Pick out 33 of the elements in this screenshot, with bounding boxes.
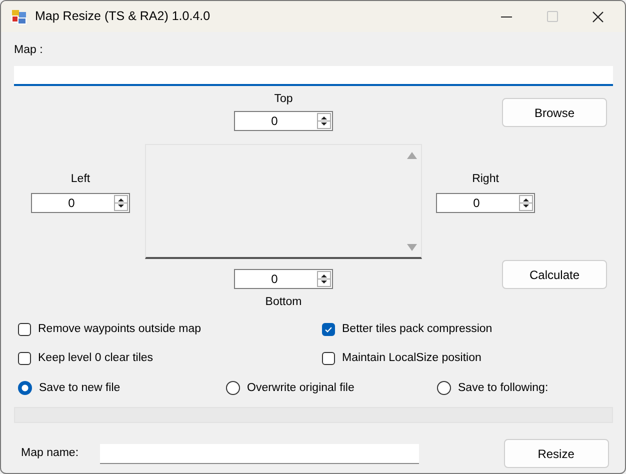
offset-label: Top — [274, 92, 293, 108]
radio-label[interactable]: Overwrite original file — [247, 380, 354, 397]
resize-button[interactable]: Resize — [504, 439, 609, 468]
spin-buttons[interactable] — [317, 113, 331, 130]
checkbox[interactable] — [322, 323, 335, 336]
field-label: Map name: — [21, 446, 79, 461]
window-title: Map Resize (TS & RA2) 1.0.4.0 — [35, 8, 212, 26]
checkbox-label[interactable]: Maintain LocalSize position — [342, 350, 482, 367]
map-name-field[interactable] — [100, 444, 419, 464]
radio-label[interactable]: Save to following: — [458, 380, 548, 397]
spin-buttons[interactable] — [114, 195, 128, 212]
checkbox[interactable] — [18, 323, 31, 336]
radio-label[interactable]: Save to new file — [39, 380, 120, 397]
field-label: Map : — [14, 43, 43, 58]
radio-button[interactable] — [437, 381, 451, 396]
checkbox-label[interactable]: Remove waypoints outside map — [38, 321, 201, 338]
spin-buttons[interactable] — [317, 271, 331, 288]
offset-label: Left — [70, 172, 92, 188]
offset-label: Right — [471, 172, 500, 188]
maximize-icon — [546, 11, 558, 22]
spin-buttons[interactable] — [519, 195, 533, 212]
calculate-button[interactable]: Calculate — [502, 260, 607, 290]
map-path-field[interactable] — [14, 66, 613, 86]
close-icon — [592, 10, 604, 22]
checkbox-label[interactable]: Keep level 0 clear tiles — [38, 350, 154, 367]
offset-label: Bottom — [265, 295, 302, 310]
radio-button[interactable] — [18, 381, 32, 396]
app-icon — [11, 8, 27, 24]
checkbox[interactable] — [322, 352, 335, 365]
radio-button[interactable] — [226, 381, 240, 396]
checkbox-label[interactable]: Better tiles pack compression — [342, 321, 492, 338]
browse-button[interactable]: Browse — [502, 98, 607, 128]
checkbox[interactable] — [18, 352, 31, 365]
